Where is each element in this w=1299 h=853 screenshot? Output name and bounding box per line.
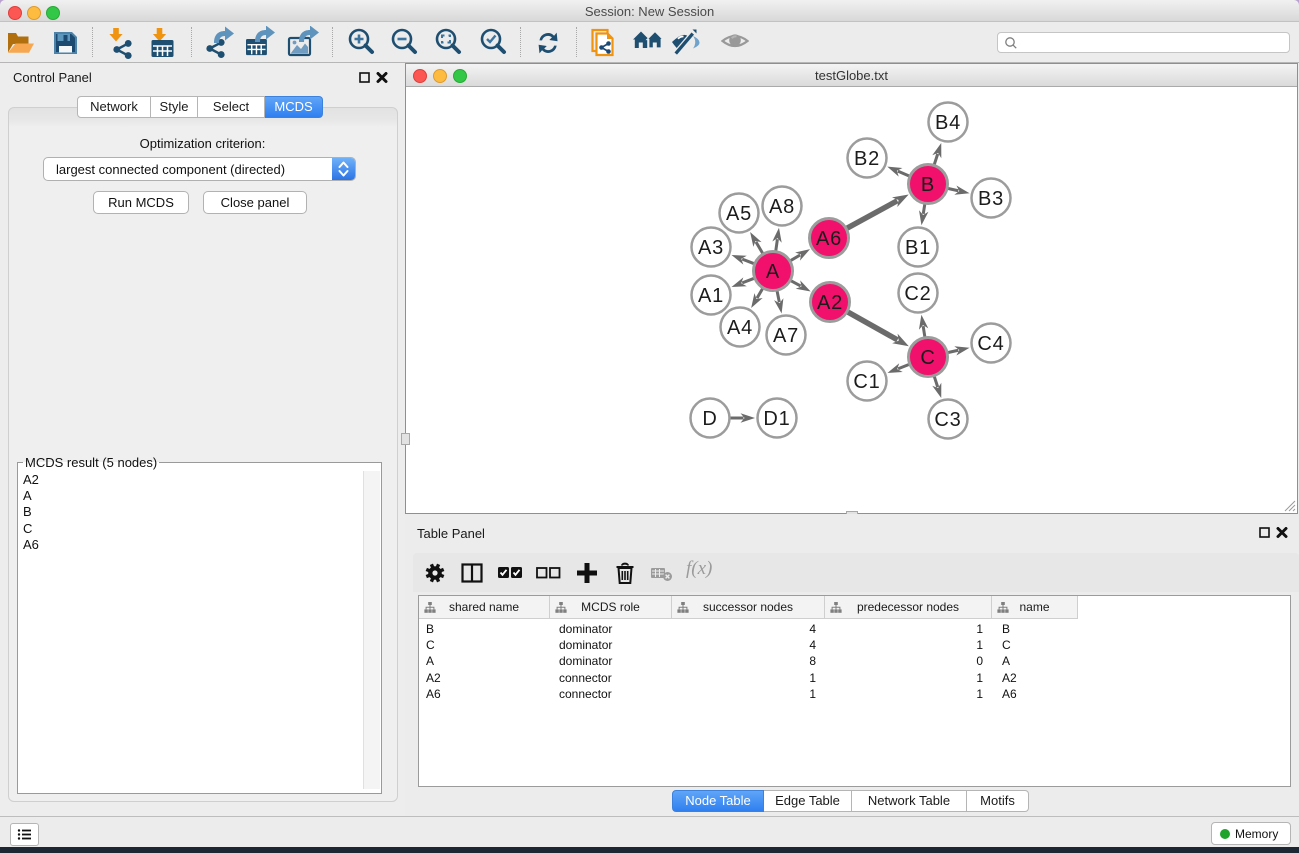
- svg-text:B1: B1: [905, 237, 931, 259]
- svg-text:C1: C1: [853, 371, 880, 393]
- svg-text:B2: B2: [854, 148, 880, 170]
- svg-text:C4: C4: [977, 333, 1004, 355]
- svg-text:A6: A6: [816, 228, 842, 250]
- svg-text:B4: B4: [935, 112, 961, 134]
- svg-text:B3: B3: [978, 188, 1004, 210]
- svg-text:C2: C2: [904, 283, 931, 305]
- svg-text:A2: A2: [817, 292, 843, 314]
- svg-text:D1: D1: [763, 408, 790, 430]
- svg-text:A8: A8: [769, 196, 795, 218]
- svg-text:A7: A7: [773, 325, 799, 347]
- svg-text:D: D: [702, 408, 717, 430]
- svg-text:C: C: [920, 347, 935, 369]
- svg-text:A5: A5: [726, 203, 752, 225]
- svg-text:A: A: [766, 261, 780, 283]
- svg-text:A1: A1: [698, 285, 724, 307]
- svg-text:A4: A4: [727, 317, 753, 339]
- svg-text:A3: A3: [698, 237, 724, 259]
- svg-text:B: B: [921, 174, 935, 196]
- svg-text:C3: C3: [934, 409, 961, 431]
